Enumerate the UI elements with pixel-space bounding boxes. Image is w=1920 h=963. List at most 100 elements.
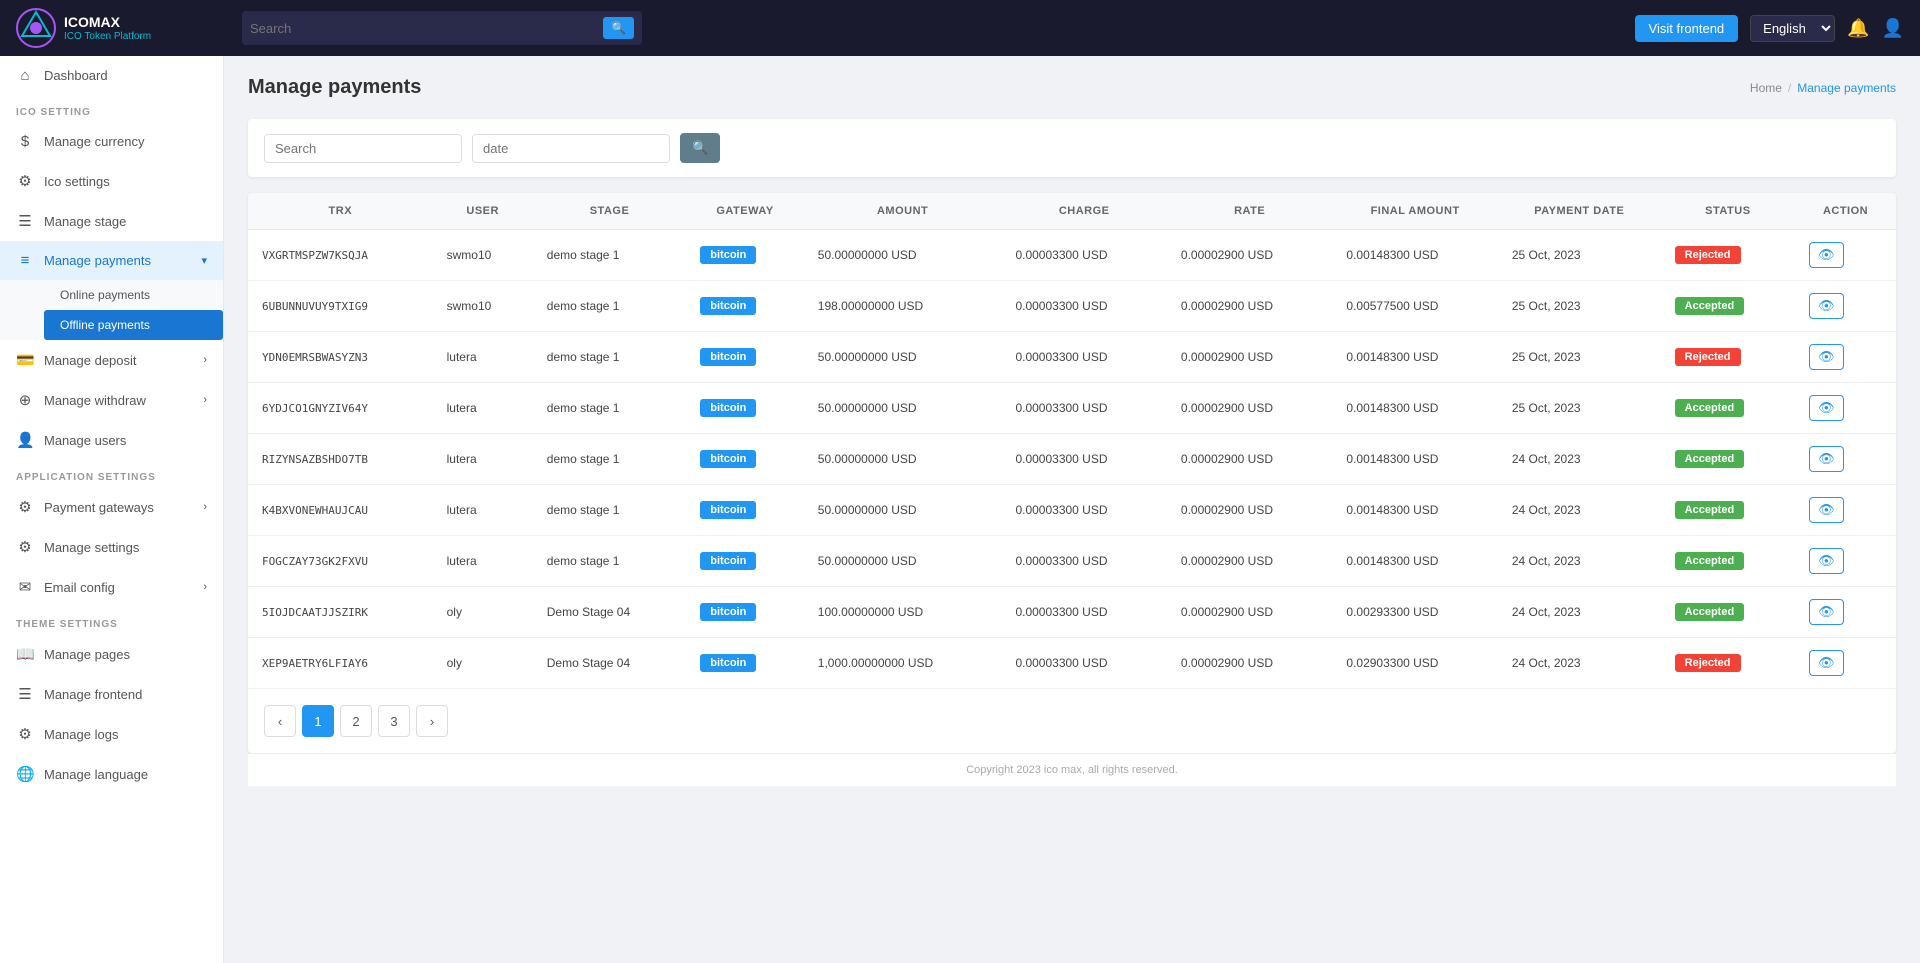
sidebar-item-email-config[interactable]: ✉ Email config › (0, 567, 223, 607)
cell-amount: 50.00000000 USD (804, 485, 1002, 536)
sidebar-item-manage-frontend[interactable]: ☰ Manage frontend (0, 674, 223, 714)
cell-rate: 0.00002900 USD (1167, 332, 1332, 383)
user-profile-icon[interactable]: 👤 (1882, 18, 1904, 39)
col-trx: TRX (248, 193, 433, 230)
sidebar-item-manage-settings[interactable]: ⚙ Manage settings (0, 527, 223, 567)
manage-logs-icon: ⚙ (16, 725, 34, 743)
pagination-page-1[interactable]: 1 (302, 705, 334, 737)
cell-action: 👁 (1795, 536, 1896, 587)
sidebar-item-manage-payments[interactable]: ≡ Manage payments ▾ (0, 241, 223, 280)
cell-charge: 0.00003300 USD (1001, 638, 1166, 689)
chevron-right-icon3: › (203, 501, 207, 513)
cell-payment-date: 25 Oct, 2023 (1498, 230, 1661, 281)
sidebar-label-manage-withdraw: Manage withdraw (44, 393, 146, 408)
manage-users-icon: 👤 (16, 431, 34, 449)
visit-frontend-button[interactable]: Visit frontend (1635, 15, 1739, 42)
cell-gateway: bitcoin (686, 536, 804, 587)
cell-final-amount: 0.00577500 USD (1332, 281, 1497, 332)
col-stage: STAGE (533, 193, 687, 230)
cell-action: 👁 (1795, 434, 1896, 485)
sidebar-item-dashboard[interactable]: ⌂ Dashboard (0, 56, 223, 95)
cell-action: 👁 (1795, 230, 1896, 281)
pagination-page-2[interactable]: 2 (340, 705, 372, 737)
breadcrumb-separator: / (1788, 81, 1791, 95)
pagination-prev[interactable]: ‹ (264, 705, 296, 737)
col-final-amount: FINAL AMOUNT (1332, 193, 1497, 230)
sidebar-item-manage-stage[interactable]: ☰ Manage stage (0, 201, 223, 241)
sidebar-label-manage-pages: Manage pages (44, 647, 130, 662)
sidebar-nav: ⌂ Dashboard ICO SETTING $ Manage currenc… (0, 56, 223, 963)
cell-status: Accepted (1661, 485, 1795, 536)
sidebar-item-online-payments[interactable]: Online payments (44, 280, 223, 310)
view-button[interactable]: 👁 (1809, 599, 1844, 625)
cell-payment-date: 24 Oct, 2023 (1498, 485, 1661, 536)
sidebar-label-online-payments: Online payments (60, 288, 150, 302)
breadcrumb-home[interactable]: Home (1750, 81, 1782, 95)
table-row: 6UBUNNUVUY9TXIG9 swmo10 demo stage 1 bit… (248, 281, 1896, 332)
view-button[interactable]: 👁 (1809, 548, 1844, 574)
cell-gateway: bitcoin (686, 230, 804, 281)
cell-stage: demo stage 1 (533, 281, 687, 332)
sidebar-item-manage-deposit[interactable]: 💳 Manage deposit › (0, 340, 223, 380)
cell-trx: RIZYNSAZBSHDO7TB (248, 434, 433, 485)
topbar-search-button[interactable]: 🔍 (603, 17, 634, 39)
sidebar-item-manage-users[interactable]: 👤 Manage users (0, 420, 223, 460)
cell-status: Rejected (1661, 638, 1795, 689)
col-amount: AMOUNT (804, 193, 1002, 230)
sidebar-item-manage-withdraw[interactable]: ⊕ Manage withdraw › (0, 380, 223, 420)
cell-rate: 0.00002900 USD (1167, 587, 1332, 638)
manage-frontend-icon: ☰ (16, 685, 34, 703)
sidebar-item-ico-settings[interactable]: ⚙ Ico settings (0, 161, 223, 201)
cell-status: Accepted (1661, 536, 1795, 587)
cell-final-amount: 0.00148300 USD (1332, 434, 1497, 485)
view-button[interactable]: 👁 (1809, 344, 1844, 370)
sidebar-item-manage-language[interactable]: 🌐 Manage language (0, 754, 223, 794)
topbar-search-input[interactable] (250, 21, 603, 36)
cell-action: 👁 (1795, 485, 1896, 536)
view-button[interactable]: 👁 (1809, 497, 1844, 523)
view-button[interactable]: 👁 (1809, 293, 1844, 319)
cell-stage: demo stage 1 (533, 434, 687, 485)
logo-area: ICOMAX ICO Token Platform (16, 8, 226, 48)
sidebar-item-payment-gateways[interactable]: ⚙ Payment gateways › (0, 487, 223, 527)
col-payment-date: PAYMENT DATE (1498, 193, 1661, 230)
view-button[interactable]: 👁 (1809, 446, 1844, 472)
manage-withdraw-icon: ⊕ (16, 391, 34, 409)
cell-gateway: bitcoin (686, 587, 804, 638)
table-row: YDN0EMRSBWASYZN3 lutera demo stage 1 bit… (248, 332, 1896, 383)
pagination-next[interactable]: › (416, 705, 448, 737)
app-tagline: ICO Token Platform (64, 31, 151, 42)
cell-status: Accepted (1661, 587, 1795, 638)
cell-amount: 50.00000000 USD (804, 434, 1002, 485)
cell-amount: 50.00000000 USD (804, 536, 1002, 587)
topbar-right: Visit frontend English French Spanish 🔔 … (1635, 15, 1904, 42)
cell-status: Accepted (1661, 281, 1795, 332)
filter-search-button[interactable]: 🔍 (680, 133, 720, 163)
cell-gateway: bitcoin (686, 638, 804, 689)
cell-gateway: bitcoin (686, 281, 804, 332)
payments-table-container: TRX USER STAGE GATEWAY AMOUNT CHARGE RAT… (248, 193, 1896, 753)
sidebar-item-manage-logs[interactable]: ⚙ Manage logs (0, 714, 223, 754)
cell-status: Rejected (1661, 332, 1795, 383)
sidebar-item-manage-currency[interactable]: $ Manage currency (0, 122, 223, 161)
view-button[interactable]: 👁 (1809, 395, 1844, 421)
table-body: VXGRTMSPZW7KSQJA swmo10 demo stage 1 bit… (248, 230, 1896, 689)
cell-trx: VXGRTMSPZW7KSQJA (248, 230, 433, 281)
cell-action: 👁 (1795, 332, 1896, 383)
pagination-page-3[interactable]: 3 (378, 705, 410, 737)
sidebar-label-ico-settings: Ico settings (44, 174, 110, 189)
language-select[interactable]: English French Spanish (1750, 15, 1835, 42)
cell-rate: 0.00002900 USD (1167, 434, 1332, 485)
cell-stage: Demo Stage 04 (533, 638, 687, 689)
sidebar-item-offline-payments[interactable]: Offline payments (44, 310, 223, 340)
sidebar: ⌂ Dashboard ICO SETTING $ Manage currenc… (0, 56, 224, 963)
sidebar-label-manage-payments: Manage payments (44, 253, 151, 268)
sidebar-item-manage-pages[interactable]: 📖 Manage pages (0, 634, 223, 674)
search-input[interactable] (264, 134, 462, 163)
date-input[interactable] (472, 134, 670, 163)
table-row: 6YDJCO1GNYZIV64Y lutera demo stage 1 bit… (248, 383, 1896, 434)
sidebar-label-manage-frontend: Manage frontend (44, 687, 142, 702)
view-button[interactable]: 👁 (1809, 650, 1844, 676)
view-button[interactable]: 👁 (1809, 242, 1844, 268)
notifications-icon[interactable]: 🔔 (1847, 18, 1869, 39)
